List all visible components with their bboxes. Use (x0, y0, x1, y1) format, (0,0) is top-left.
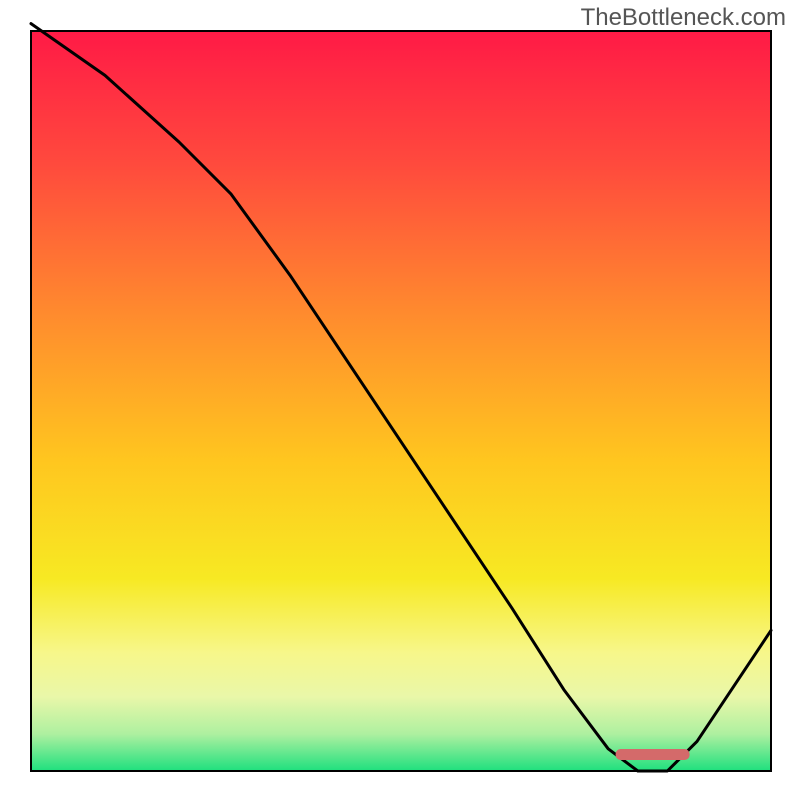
watermark-text: TheBottleneck.com (581, 4, 786, 32)
chart-frame: TheBottleneck.com (0, 0, 800, 800)
optimal-range-marker (616, 749, 690, 760)
bottleneck-chart (0, 0, 800, 800)
plot-background (31, 31, 771, 771)
